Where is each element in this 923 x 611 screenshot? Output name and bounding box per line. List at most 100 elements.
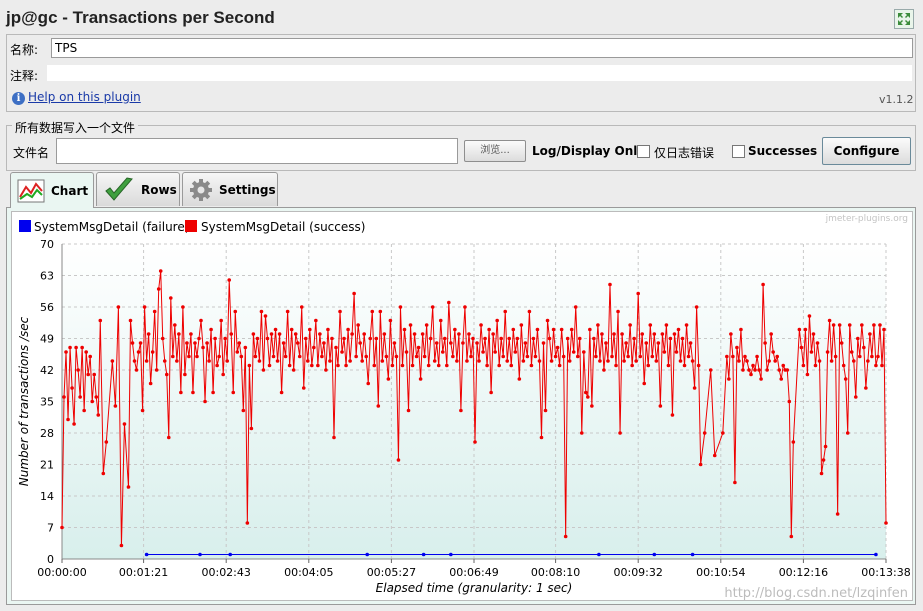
success-point [769,332,773,336]
success-point [215,363,219,368]
success-point [646,363,651,368]
comment-label: 注释: [10,69,39,83]
success-point [741,368,745,372]
success-point [845,431,850,435]
success-point [64,350,68,354]
success-point [179,390,183,395]
success-point [789,534,794,539]
success-point [318,332,322,336]
success-point [654,359,659,363]
tab-chart-label: Chart [51,183,89,198]
success-point [773,359,777,363]
help-link[interactable]: Help on this plugin [28,90,141,104]
success-point [600,332,604,336]
success-point [297,354,302,359]
successes-checkbox[interactable] [732,145,745,158]
success-point [368,336,373,341]
legend-label-failure: SystemMsgDetail (failure) [34,220,189,234]
success-point [537,359,542,363]
success-point [332,435,336,440]
success-point [259,309,264,314]
success-point [376,404,381,408]
success-point [624,341,628,345]
name-input[interactable] [51,38,913,58]
success-point [662,350,667,354]
checkmark-icon [105,176,133,201]
success-point [116,305,121,309]
success-point [235,350,240,354]
success-point [884,521,888,525]
success-point [166,435,171,440]
filename-input[interactable] [56,138,458,164]
browse-button[interactable]: 浏览... [464,140,526,162]
success-point [571,350,576,354]
y-axis-ticks: 0 7 14 21 28 35 42 49 56 63 70 [40,238,54,566]
success-point [708,368,713,372]
gear-icon [190,178,212,201]
success-point [384,354,389,359]
success-point [765,368,769,372]
success-point [420,332,425,336]
success-point [579,431,584,435]
success-point [370,309,375,314]
y-tick-label: 49 [40,333,54,346]
x-tick-label: 00:13:38 [861,566,910,579]
success-point [652,332,657,336]
success-point [197,336,201,341]
y-tick-label: 28 [40,427,54,440]
success-point [787,399,792,404]
plugin-watermark: jmeter-plugins.org [825,214,908,224]
success-point [82,408,86,413]
success-point [517,377,522,381]
success-point [247,363,252,368]
comment-input[interactable] [46,64,913,82]
success-point [851,359,856,363]
success-point [590,404,594,408]
success-point [189,332,193,336]
success-point [866,359,870,363]
expand-icon[interactable] [894,9,914,29]
failure-point [874,552,878,557]
y-tick-label: 42 [40,364,54,377]
success-point [424,323,429,327]
success-point [543,408,548,413]
x-tick-label: 00:02:43 [201,566,250,579]
x-tick-label: 00:01:21 [119,566,168,579]
success-point [878,323,882,327]
success-point [110,359,115,363]
success-point [177,332,181,336]
success-point [610,354,614,359]
success-point [563,534,568,539]
success-point [199,318,203,323]
success-point [855,336,860,341]
success-point [171,354,175,359]
success-point [686,354,691,359]
errors-only-checkbox[interactable] [637,145,650,158]
success-point [356,323,360,327]
success-point [577,336,582,341]
success-point [495,318,499,323]
success-point [521,359,526,363]
success-point [819,471,824,476]
errors-only-label: 仅日志错误 [654,146,715,160]
success-point [289,327,294,332]
tab-chart[interactable]: Chart [10,172,94,208]
success-point [275,359,280,363]
success-point [70,386,74,390]
success-point [271,354,276,359]
success-point [565,336,570,341]
success-point [101,471,106,476]
tab-settings[interactable]: Settings [182,172,278,206]
success-point [277,332,282,336]
success-point [606,359,610,363]
success-point [310,363,314,368]
success-point [122,422,127,426]
success-point [807,314,812,318]
success-point [483,336,487,341]
configure-button[interactable]: Configure [822,137,911,165]
success-point [181,305,185,309]
success-point [378,309,383,314]
tab-rows[interactable]: Rows [96,172,180,206]
success-point [664,323,669,327]
success-point [864,386,868,390]
